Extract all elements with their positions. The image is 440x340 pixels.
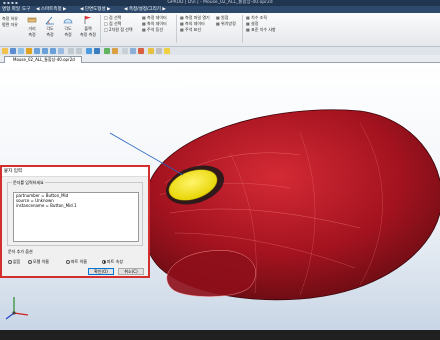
- flag-measure-label: 플랙 측정 측정: [80, 26, 96, 37]
- toolbar-settings-icon[interactable]: [156, 48, 162, 54]
- ribbon-divider: [100, 15, 101, 43]
- option-none-radio[interactable]: 없음: [8, 259, 20, 264]
- toolbar-top-view-icon[interactable]: [42, 48, 48, 54]
- dialog-title-bar[interactable]: 문자 입력 ×: [2, 167, 148, 177]
- annotation-line: partnumber = Button_Mid: [87, 63, 173, 71]
- menu-bar: 명형 파일 도구 ◀ 스마트측정 ▶ ◀ 단면도형성 ▶ ◀ 측정/설정/그리기…: [0, 6, 440, 13]
- ribbon-item[interactable]: ▦ 표준 치수 사항: [246, 27, 276, 32]
- annotation-line: source = Unknown: [99, 72, 161, 80]
- cancel-button[interactable]: 취소(C): [118, 268, 144, 275]
- text-input-group-label: 문자를 입력하세요: [12, 180, 45, 185]
- part-annotation: partnumber = Button_Mid source = Unknown…: [60, 63, 200, 90]
- angle-measure-2-button[interactable]: 각도 측정: [60, 15, 76, 37]
- option-label: 파트 속성: [107, 259, 123, 264]
- ribbon-item[interactable]: ▦ 측의 데이터: [180, 21, 205, 26]
- annotation-line: instancename = Button_Mid.1: [80, 81, 180, 89]
- ribbon-item[interactable]: ▦ 설정: [246, 21, 258, 26]
- text-input-field[interactable]: partnumber = Button_Mid source = Unknown…: [13, 192, 139, 242]
- option-label: 모델 이름: [33, 259, 49, 264]
- menu-section[interactable]: ◀ 단면도형성 ▶: [80, 6, 110, 13]
- option-part-name-radio[interactable]: 파트 이름: [66, 259, 87, 264]
- option-label: 없음: [13, 259, 21, 264]
- ribbon-item[interactable]: ▦ 주석 등선: [142, 27, 163, 32]
- toolbar-save-icon[interactable]: [10, 48, 16, 54]
- ribbon-item[interactable]: □ 점 선택: [104, 15, 121, 20]
- ribbon-item[interactable]: ▦ 치수 조직: [246, 15, 267, 20]
- toolbar-color-icon[interactable]: [138, 48, 144, 54]
- toolbar-side-view-icon[interactable]: [50, 48, 56, 54]
- option-model-name-radio[interactable]: 모델 이름: [28, 259, 49, 264]
- toolbar-measure-icon[interactable]: [26, 48, 32, 54]
- flag-icon: [83, 15, 93, 25]
- toolbar-light-icon[interactable]: [122, 48, 128, 54]
- toolbar-layer-icon[interactable]: [76, 48, 82, 54]
- ribbon-item[interactable]: ▦ 주석 표선: [180, 27, 201, 32]
- ribbon-item[interactable]: 평면 자유: [2, 22, 18, 27]
- toolbar-shade-icon[interactable]: [86, 48, 92, 54]
- radio-selected-icon: [102, 259, 106, 264]
- menu-measure-settings[interactable]: ◀ 측정/설정/그리기 ▶: [124, 6, 166, 13]
- status-bar: [0, 330, 440, 340]
- document-tab[interactable]: Mouse_02_ALL_통합상-40.opr2d: [4, 56, 82, 63]
- radio-dot-icon: [28, 259, 32, 264]
- text-options-group-label: 문자 추가 옵션: [7, 249, 34, 254]
- ruler-icon: [27, 15, 37, 25]
- option-label: 파트 이름: [71, 259, 87, 264]
- angle-measure-label: 각도 측정: [46, 26, 54, 37]
- distance-measure-button[interactable]: 거리 측정: [24, 15, 40, 37]
- toolbar-front-view-icon[interactable]: [34, 48, 40, 54]
- toolbar-grid-icon[interactable]: [68, 48, 74, 54]
- ok-button[interactable]: 확인(O): [88, 268, 114, 275]
- ribbon-item[interactable]: □ 2차원 점 선택: [104, 27, 133, 32]
- text-input-group: 문자를 입력하세요 partnumber = Button_Mid source…: [7, 180, 143, 246]
- flag-measure-button[interactable]: 플랙 측정 측정: [80, 15, 96, 37]
- ribbon: 측정 하유 평면 자유 거리 측정 각도 측정 각도 측정 플랙 측정 측정 □…: [0, 13, 440, 47]
- document-tab-bar: Mouse_02_ALL_통합상-40.opr2d: [0, 55, 440, 63]
- toolbar-section-icon[interactable]: [130, 48, 136, 54]
- ribbon-item[interactable]: ▦ 원점: [216, 15, 228, 20]
- menu-smart-measure[interactable]: ◀ 스마트측정 ▶: [36, 6, 66, 13]
- ribbon-item[interactable]: ▦ 위치방정: [216, 21, 236, 26]
- toolbar-fit-icon[interactable]: [104, 48, 110, 54]
- close-icon[interactable]: ×: [4, 167, 145, 176]
- protractor-icon: [63, 15, 73, 25]
- angle-measure-2-label: 각도 측정: [64, 26, 72, 37]
- view-toolbar: [0, 47, 440, 55]
- menu-tools[interactable]: 도구: [22, 6, 30, 13]
- toolbar-folder-icon[interactable]: [2, 48, 8, 54]
- option-radio-group: 없음 모델 이름 파트 이름 파트 속성: [8, 259, 144, 265]
- toolbar-zoom-icon[interactable]: [112, 48, 118, 54]
- ribbon-item[interactable]: □ 점 선택: [104, 21, 121, 26]
- distance-measure-label: 거리 측정: [28, 26, 36, 37]
- document-tab-label: Mouse_02_ALL_통합상-40.opr2d: [13, 57, 75, 62]
- angle-measure-button[interactable]: 각도 측정: [42, 15, 58, 37]
- ribbon-divider: [242, 15, 243, 43]
- toolbar-iso-view-icon[interactable]: [58, 48, 64, 54]
- toolbar-view-icon[interactable]: [18, 48, 24, 54]
- axis-triad-icon: [5, 297, 29, 320]
- menu-file[interactable]: 명형 파일: [2, 6, 20, 13]
- ribbon-divider: [176, 15, 177, 43]
- radio-dot-icon: [8, 259, 12, 264]
- ribbon-item[interactable]: ▦ 축의 데이터: [142, 21, 167, 26]
- ribbon-item[interactable]: ▦ 측정 파일 열기: [180, 15, 210, 20]
- option-part-attr-radio[interactable]: 파트 속성: [102, 259, 123, 264]
- toolbar-annotate-icon[interactable]: [148, 48, 154, 54]
- angle-icon: [45, 15, 55, 25]
- text-input-dialog: 문자 입력 × 문자를 입력하세요 partnumber = Button_Mi…: [0, 165, 150, 278]
- toolbar-highlight-icon[interactable]: [164, 48, 170, 54]
- ribbon-item[interactable]: 측정 하유: [2, 16, 18, 21]
- ribbon-item[interactable]: ▦ 측정 데이터: [142, 15, 167, 20]
- toolbar-wire-icon[interactable]: [94, 48, 100, 54]
- radio-dot-icon: [66, 259, 70, 264]
